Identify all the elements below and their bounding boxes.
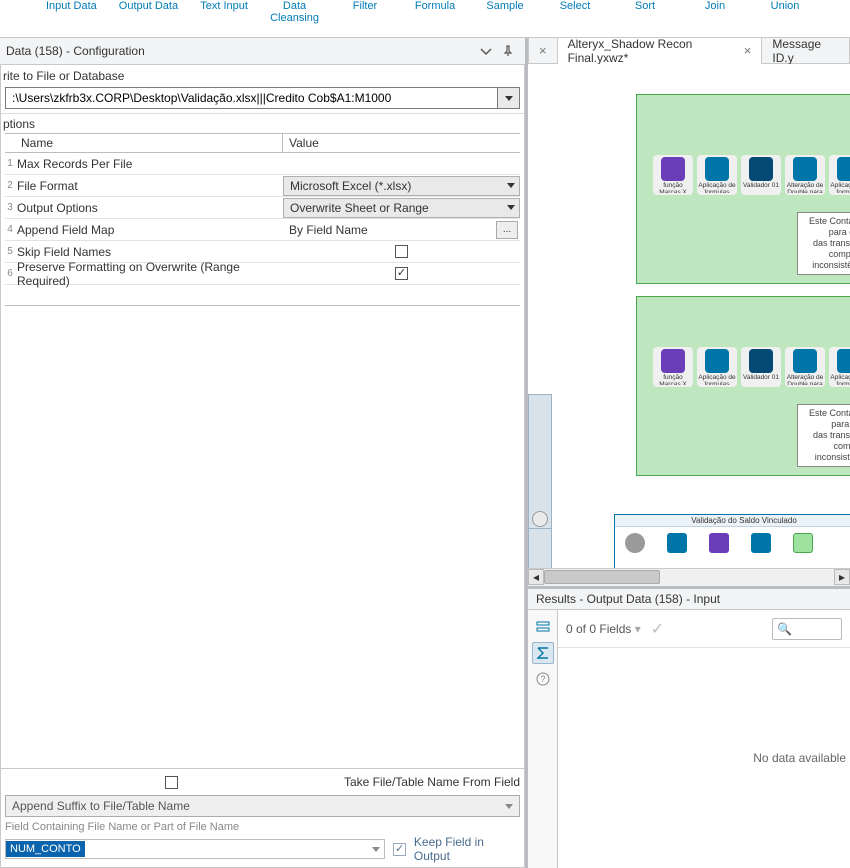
- take-name-from-field-checkbox[interactable]: [165, 776, 178, 789]
- node-output[interactable]: [793, 533, 813, 553]
- config-header: Data (158) - Configuration: [0, 38, 525, 64]
- canvas-hscrollbar[interactable]: ◂ ▸: [528, 568, 850, 586]
- container-note-2: Este Container serve para criaç das tran…: [797, 404, 850, 467]
- tab-shadow-recon[interactable]: Alteryx_Shadow Recon Final.yxwz*×: [558, 38, 763, 64]
- results-search[interactable]: 🔍: [772, 618, 842, 640]
- svg-text:?: ?: [540, 674, 545, 684]
- workflow-node[interactable]: Alteração de Double para FixedDecimal: [785, 347, 825, 387]
- tool-select[interactable]: Select: [551, 0, 599, 12]
- container-note-1: Este Container serve para criaçã das tra…: [797, 212, 850, 275]
- config-title: Data (158) - Configuration: [6, 44, 473, 58]
- macro-input-icon[interactable]: [532, 511, 548, 527]
- row-file-format[interactable]: 2 File Format Microsoft Excel (*.xlsx): [5, 175, 520, 197]
- tool-sample[interactable]: Sample: [481, 0, 529, 12]
- workflow-node[interactable]: função Marcas X LSG: [653, 155, 693, 195]
- row-preserve-formatting[interactable]: 6 Preserve Formatting on Overwrite (Rang…: [5, 263, 520, 285]
- node-formula[interactable]: [667, 533, 687, 553]
- col-name: Name: [5, 134, 283, 152]
- tool-formula[interactable]: Formula: [411, 0, 459, 12]
- close-icon[interactable]: ×: [744, 44, 752, 57]
- check-icon[interactable]: ✓: [651, 619, 664, 639]
- node-browse[interactable]: [625, 533, 645, 553]
- options-label: ptions: [1, 113, 524, 133]
- tool-join[interactable]: Join: [691, 0, 739, 12]
- tool-filter[interactable]: Filter: [341, 0, 389, 12]
- results-help-icon[interactable]: ?: [532, 668, 554, 690]
- workflow-node[interactable]: Aplicação de formulas: [697, 155, 737, 195]
- workflow-node[interactable]: função Marcas X LSG: [653, 347, 693, 387]
- results-view-rows-icon[interactable]: [532, 616, 554, 638]
- scroll-left-icon[interactable]: ◂: [528, 569, 544, 585]
- workflow-node[interactable]: Aplicação de formulas: [829, 347, 850, 387]
- config-pane: Data (158) - Configuration rite to File …: [0, 38, 528, 868]
- workflow-node[interactable]: Aplicação de formulas: [829, 155, 850, 195]
- output-options-select[interactable]: Overwrite Sheet or Range: [283, 198, 520, 218]
- tool-input-data[interactable]: Input Data: [46, 0, 97, 12]
- pin-icon[interactable]: [499, 42, 517, 60]
- row-append-field-map[interactable]: 4 Append Field Map By Field Name...: [5, 219, 520, 241]
- keep-field-label: Keep Field in Output: [414, 835, 520, 863]
- output-path-dropdown[interactable]: [498, 87, 520, 109]
- col-value: Value: [283, 134, 520, 152]
- field-name-select[interactable]: NUM_CONTO: [5, 839, 385, 859]
- results-view-sigma-icon[interactable]: [532, 642, 554, 664]
- node-join[interactable]: [709, 533, 729, 553]
- skip-field-names-checkbox[interactable]: [395, 245, 408, 258]
- options-table: Name Value 1 Max Records Per File 2 File…: [5, 133, 520, 306]
- workflow-node[interactable]: Alteração de Double para FixedDecimal: [785, 155, 825, 195]
- field-hint: Field Containing File Name or Part of Fi…: [5, 819, 520, 835]
- tool-union[interactable]: Union: [761, 0, 809, 12]
- write-label: rite to File or Database: [1, 65, 524, 87]
- results-panel: Results - Output Data (158) - Input ? 0 …: [528, 586, 850, 868]
- workflow-canvas[interactable]: função Marcas X LSGAplicação de formulas…: [528, 64, 850, 586]
- results-title: Results - Output Data (158) - Input: [528, 589, 850, 610]
- close-left-tab[interactable]: ×: [528, 38, 558, 64]
- tool-data-cleansing[interactable]: Data Cleansing: [270, 0, 319, 24]
- tool-sort[interactable]: Sort: [621, 0, 669, 12]
- results-toolbar: ?: [528, 610, 558, 868]
- bottom-controls: Take File/Table Name From Field Append S…: [1, 768, 524, 867]
- fields-count[interactable]: 0 of 0 Fields ▾: [566, 622, 641, 636]
- take-label: Take File/Table Name From Field: [344, 775, 520, 789]
- row-output-options[interactable]: 3 Output Options Overwrite Sheet or Rang…: [5, 197, 520, 219]
- file-format-select[interactable]: Microsoft Excel (*.xlsx): [283, 176, 520, 196]
- search-icon: 🔍: [777, 622, 792, 636]
- top-toolbar: Input Data Output Data Text Input Data C…: [0, 0, 850, 38]
- row-max-records[interactable]: 1 Max Records Per File: [5, 153, 520, 175]
- scroll-right-icon[interactable]: ▸: [834, 569, 850, 585]
- node-formula-2[interactable]: [751, 533, 771, 553]
- ellipsis-button[interactable]: ...: [496, 221, 518, 239]
- tool-container-1[interactable]: função Marcas X LSGAplicação de formulas…: [636, 94, 850, 284]
- no-data-label: No data available: [558, 648, 850, 868]
- workflow-node[interactable]: Aplicação de formulas: [697, 347, 737, 387]
- canvas-ruler[interactable]: [528, 394, 552, 534]
- name-mode-select[interactable]: Append Suffix to File/Table Name: [5, 795, 520, 817]
- tool-text-input[interactable]: Text Input: [200, 0, 248, 12]
- preserve-formatting-checkbox[interactable]: [395, 267, 408, 280]
- tool-output-data[interactable]: Output Data: [119, 0, 178, 12]
- workflow-node[interactable]: Validador 01: [741, 155, 781, 195]
- keep-field-checkbox[interactable]: [393, 843, 406, 856]
- tab-message-id[interactable]: Message ID.y: [762, 38, 850, 64]
- collapse-icon[interactable]: [477, 42, 495, 60]
- canvas-tabs: × Alteryx_Shadow Recon Final.yxwz*× Mess…: [528, 38, 850, 64]
- tool-container-2[interactable]: função Marcas X LSGAplicação de formulas…: [636, 296, 850, 476]
- output-path-input[interactable]: [5, 87, 498, 109]
- workflow-node[interactable]: Validador 01: [741, 347, 781, 387]
